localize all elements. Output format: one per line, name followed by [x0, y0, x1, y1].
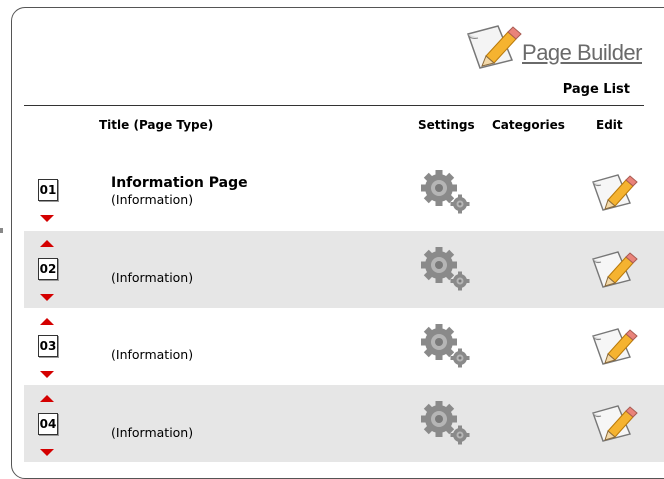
- edit-page-icon[interactable]: [590, 403, 638, 443]
- edit-page-icon[interactable]: [590, 326, 638, 366]
- page-edit-icon[interactable]: [464, 22, 526, 70]
- edit-page-icon[interactable]: [590, 249, 638, 289]
- edit-page-icon[interactable]: [590, 172, 638, 212]
- arrow-up-icon[interactable]: [40, 240, 54, 247]
- arrow-down-icon[interactable]: [40, 294, 54, 301]
- page-type: (Information): [111, 270, 194, 285]
- page-number-badge[interactable]: 04: [38, 413, 58, 435]
- arrow-up-icon[interactable]: [40, 395, 54, 402]
- arrow-down-icon[interactable]: [40, 215, 54, 222]
- page-list-heading: Page List: [562, 82, 630, 97]
- page-type: (Information): [111, 192, 194, 207]
- brand-title-link[interactable]: Page Builder: [522, 40, 642, 66]
- gear-icon[interactable]: [421, 400, 471, 446]
- column-settings: Settings: [418, 118, 475, 132]
- arrow-down-icon[interactable]: [40, 449, 54, 456]
- table-row: 03 (Information): [24, 308, 664, 385]
- page-type: (Information): [111, 347, 194, 362]
- edge-marker: [0, 228, 3, 233]
- column-edit: Edit: [596, 118, 623, 132]
- gear-icon[interactable]: [421, 323, 471, 369]
- page-number-badge[interactable]: 03: [38, 335, 58, 357]
- page-number-badge[interactable]: 01: [38, 179, 58, 201]
- page-number-badge[interactable]: 02: [38, 258, 58, 280]
- gear-icon[interactable]: [421, 246, 471, 292]
- page-title[interactable]: Information Page: [111, 175, 248, 191]
- arrow-down-icon[interactable]: [40, 371, 54, 378]
- arrow-up-icon[interactable]: [40, 318, 54, 325]
- table-row: 01 Information Page (Information): [24, 154, 664, 231]
- table-row: 02 (Information): [24, 231, 664, 308]
- brand-header: Page Builder: [464, 22, 642, 70]
- header-divider: [24, 105, 644, 106]
- column-categories: Categories: [492, 118, 565, 132]
- table-row: 04 (Information): [24, 385, 664, 462]
- page-type: (Information): [111, 425, 194, 440]
- column-title: Title (Page Type): [99, 118, 214, 132]
- gear-icon[interactable]: [421, 169, 471, 215]
